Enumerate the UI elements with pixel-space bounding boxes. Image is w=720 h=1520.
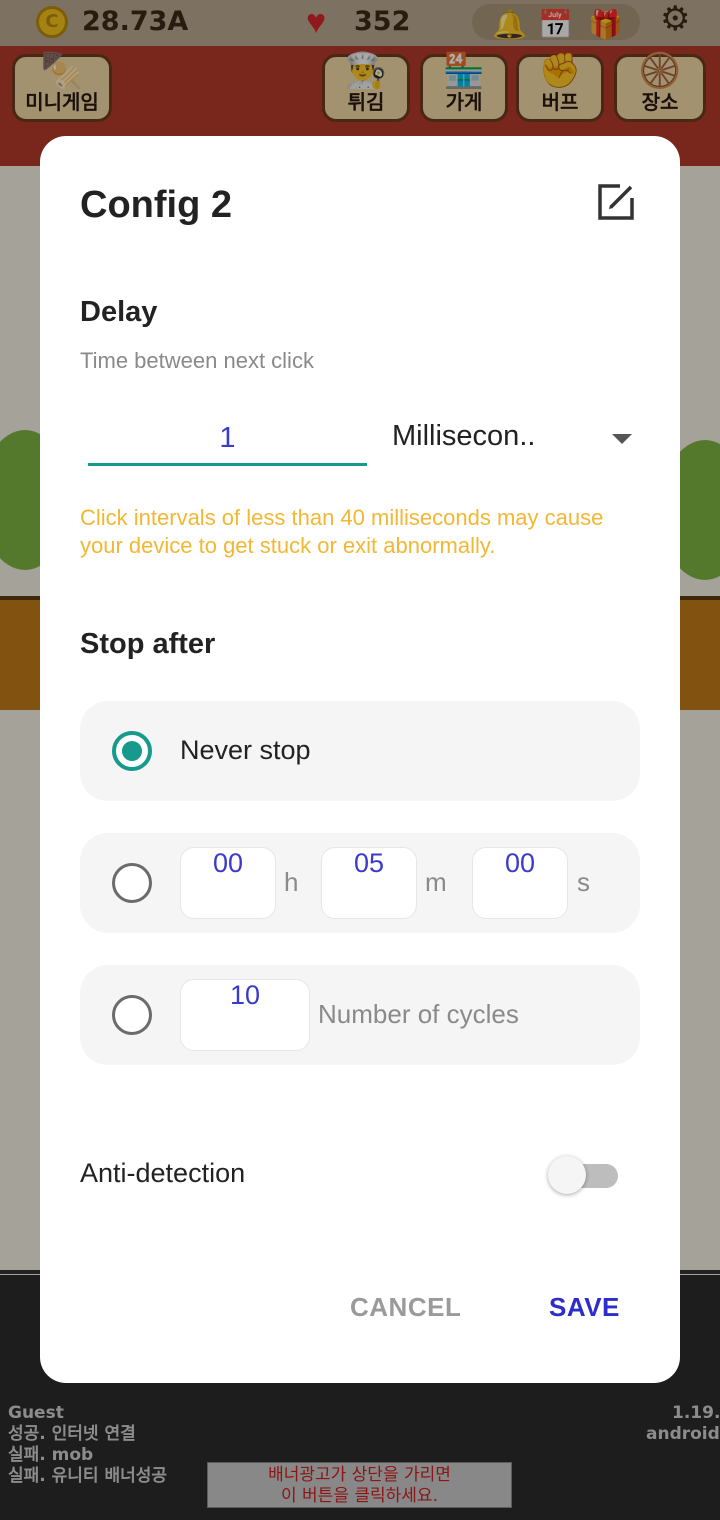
anti-detection-label: Anti-detection [80, 1158, 246, 1188]
radio-never-stop[interactable] [112, 731, 152, 771]
config-dialog: Config 2 Delay Time between next click M… [40, 136, 680, 1383]
hours-field[interactable]: 00 [180, 847, 276, 919]
cycles-label: Number of cycles [318, 999, 519, 1029]
option-cycles[interactable]: 10 Number of cycles [80, 965, 640, 1065]
option-never-stop[interactable]: Never stop [80, 701, 640, 801]
edit-icon[interactable] [596, 182, 636, 222]
delay-subtitle: Time between next click [80, 348, 314, 373]
seconds-unit: s [577, 867, 590, 897]
option-timer[interactable]: 00 h 05 m 00 s [80, 833, 640, 933]
delay-unit-value: Millisecon.. [392, 420, 536, 452]
hours-unit: h [284, 867, 299, 897]
stop-after-title: Stop after [80, 628, 216, 660]
dropdown-arrow-icon [612, 434, 632, 444]
never-stop-label: Never stop [180, 735, 311, 765]
toggle-knob [548, 1156, 586, 1194]
seconds-field[interactable]: 00 [472, 847, 568, 919]
delay-warning: Click intervals of less than 40 millisec… [80, 505, 604, 558]
anti-detection-toggle[interactable] [548, 1156, 620, 1194]
save-button[interactable]: SAVE [549, 1292, 620, 1323]
dialog-title: Config 2 [80, 184, 232, 226]
radio-cycles[interactable] [112, 995, 152, 1035]
delay-title: Delay [80, 296, 158, 328]
radio-timer[interactable] [112, 863, 152, 903]
cycles-field[interactable]: 10 [180, 979, 310, 1051]
delay-input[interactable] [88, 414, 367, 466]
delay-unit-select[interactable]: Millisecon.. [390, 412, 640, 464]
cancel-button[interactable]: CANCEL [350, 1292, 461, 1323]
minutes-field[interactable]: 05 [321, 847, 417, 919]
minutes-unit: m [425, 867, 447, 897]
